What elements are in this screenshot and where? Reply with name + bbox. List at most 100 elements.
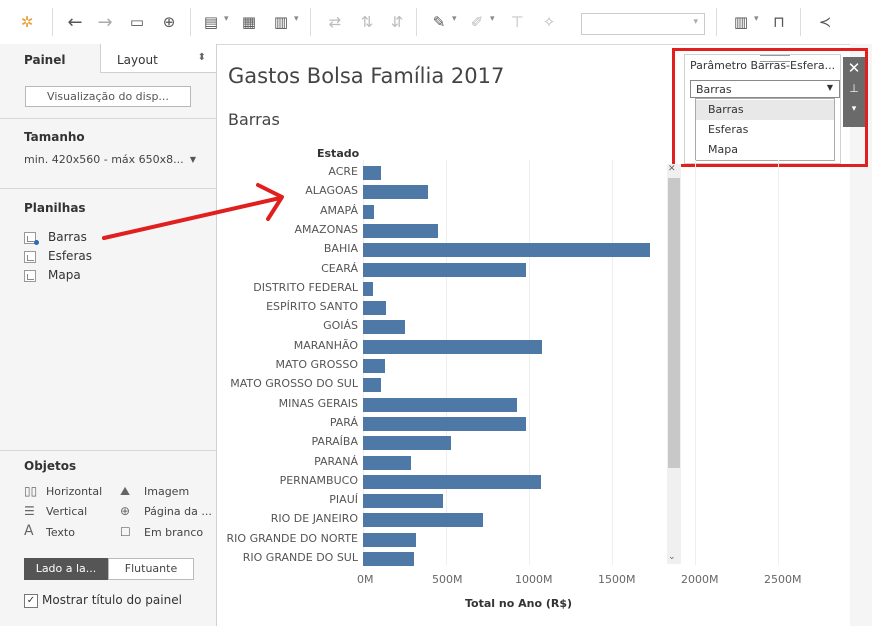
objects-section-title: Objetos (24, 459, 77, 473)
row-label[interactable]: DISTRITO FEDERAL (253, 281, 358, 297)
sheet-item-mapa[interactable]: Mapa (24, 268, 144, 286)
highlight-caret-icon[interactable]: ▾ (452, 14, 457, 24)
bar-mark[interactable] (363, 320, 405, 335)
bar-mark[interactable] (363, 416, 526, 431)
row-label[interactable]: PIAUÍ (329, 493, 358, 509)
text-icon[interactable]: ⊤ (504, 9, 530, 35)
row-label[interactable]: RIO GRANDE DO SUL (243, 551, 358, 567)
bar-mark[interactable] (363, 166, 381, 180)
row-label[interactable]: AMAPÁ (320, 204, 358, 220)
row-header-estado: Estado (317, 147, 360, 160)
show-me-icon[interactable]: ▥ (728, 9, 754, 35)
horizontal-container-icon: ▯▯ (24, 484, 38, 498)
bar-mark[interactable] (363, 185, 428, 200)
highlight-icon[interactable]: ✎ (426, 9, 452, 35)
row-label[interactable]: RIO GRANDE DO NORTE (227, 532, 358, 548)
bar-mark[interactable] (363, 552, 414, 566)
tab-layout-label: Layout (117, 53, 158, 67)
duplicate-sheet-icon[interactable]: ▦ (236, 9, 262, 35)
pin-icon[interactable]: ✧ (536, 9, 562, 35)
clear-sheet-caret-icon[interactable]: ▾ (294, 14, 299, 24)
floating-button[interactable]: Flutuante (108, 558, 194, 580)
bar-mark[interactable] (363, 378, 381, 393)
bar-mark[interactable] (363, 262, 526, 277)
save-icon[interactable]: ▭ (124, 9, 150, 35)
fit-combobox[interactable]: ▾ (581, 13, 705, 35)
show-me-caret-icon[interactable]: ▾ (754, 14, 759, 24)
row-label[interactable]: GOIÁS (323, 319, 358, 335)
x-tick-label: 2500M (764, 573, 802, 586)
object-em-branco[interactable]: ☐ Em branco (120, 525, 210, 541)
clear-sheet-icon[interactable]: ▥ (268, 9, 294, 35)
row-label[interactable]: BAHIA (324, 242, 358, 258)
bar-mark[interactable] (363, 301, 386, 316)
web-page-icon: ⊕ (120, 504, 131, 518)
bar-mark[interactable] (363, 474, 541, 489)
show-title-checkbox[interactable]: ✓ (24, 594, 38, 608)
back-icon[interactable]: ← (62, 9, 88, 35)
row-label[interactable]: ESPÍRITO SANTO (266, 300, 358, 316)
row-label[interactable]: AMAZONAS (295, 223, 358, 239)
row-label[interactable]: ACRE (328, 165, 358, 181)
bar-mark[interactable] (363, 532, 416, 547)
object-imagem[interactable]: ⛰ Imagem (120, 484, 210, 500)
gridline (446, 160, 447, 565)
row-label[interactable]: PARÁ (330, 416, 358, 432)
row-label[interactable]: MARANHÃO (294, 339, 358, 355)
bar-mark[interactable] (363, 281, 373, 296)
tiled-button[interactable]: Lado a la... (24, 558, 108, 580)
row-label[interactable]: MATO GROSSO DO SUL (230, 377, 358, 393)
x-tick-label: 0M (357, 573, 374, 586)
bar-mark[interactable] (363, 223, 438, 238)
scrollbar-thumb[interactable] (668, 178, 680, 468)
bar-mark[interactable] (363, 339, 542, 354)
presentation-icon[interactable]: ⊓ (766, 9, 792, 35)
bar-mark[interactable] (363, 397, 517, 412)
row-label[interactable]: RIO DE JANEIRO (271, 512, 358, 528)
sort-desc-icon[interactable]: ⇵ (384, 9, 410, 35)
row-label[interactable]: ALAGOAS (305, 184, 358, 200)
bar-mark[interactable] (363, 359, 385, 373)
device-preview-button[interactable]: Visualização do disp... (25, 86, 191, 107)
object-vertical[interactable]: ☰ Vertical (24, 504, 114, 520)
bar-mark[interactable] (363, 436, 451, 451)
size-dropdown[interactable]: min. 420x560 - máx 650x8... ▼ (24, 153, 196, 171)
object-label: Página da ... (144, 505, 212, 518)
row-label[interactable]: PARANÁ (314, 455, 358, 471)
share-icon[interactable]: ≺ (812, 9, 838, 35)
new-worksheet-caret-icon[interactable]: ▾ (224, 14, 229, 24)
tab-layout[interactable]: Layout ⬍ (100, 44, 216, 73)
bar-chart[interactable] (0, 0, 1, 1)
sheets-section-title: Planilhas (24, 201, 86, 215)
row-label[interactable]: PERNAMBUCO (280, 474, 358, 490)
annotate-icon[interactable]: ✐ (464, 9, 490, 35)
row-label[interactable]: CEARÁ (321, 262, 358, 278)
new-worksheet-icon[interactable]: ▤ (198, 9, 224, 35)
bar-mark[interactable] (363, 513, 483, 528)
highlight-box (672, 48, 868, 167)
worksheet-icon (24, 251, 36, 263)
forward-icon[interactable]: → (92, 9, 118, 35)
vertical-container-icon: ☰ (24, 504, 35, 518)
tab-scroll-icon[interactable]: ⬍ (198, 52, 206, 63)
bar-mark[interactable] (363, 455, 411, 470)
tab-painel[interactable]: Painel (0, 44, 100, 74)
tableau-logo-icon[interactable]: ✲ (14, 9, 40, 35)
scroll-up-icon[interactable]: ✕ (668, 164, 676, 174)
object-horizontal[interactable]: ▯▯ Horizontal (24, 484, 114, 500)
dashboard-title: Gastos Bolsa Família 2017 (228, 64, 505, 88)
object-texto[interactable]: A Texto (24, 523, 114, 541)
annotate-caret-icon[interactable]: ▾ (490, 14, 495, 24)
bar-mark[interactable] (363, 494, 443, 509)
swap-icon[interactable]: ⇄ (322, 9, 348, 35)
sheet-item-esferas[interactable]: Esferas (24, 249, 144, 267)
object-pagina-web[interactable]: ⊕ Página da ... (120, 504, 212, 520)
bar-mark[interactable] (363, 243, 650, 258)
row-label[interactable]: MINAS GERAIS (279, 397, 358, 413)
bar-mark[interactable] (363, 204, 374, 219)
row-label[interactable]: PARAÍBA (312, 435, 359, 451)
sort-asc-icon[interactable]: ⇅ (354, 9, 380, 35)
scroll-down-icon[interactable]: ⌄ (668, 552, 676, 562)
row-label[interactable]: MATO GROSSO (276, 358, 358, 374)
add-datasource-icon[interactable]: ⊕ (156, 9, 182, 35)
